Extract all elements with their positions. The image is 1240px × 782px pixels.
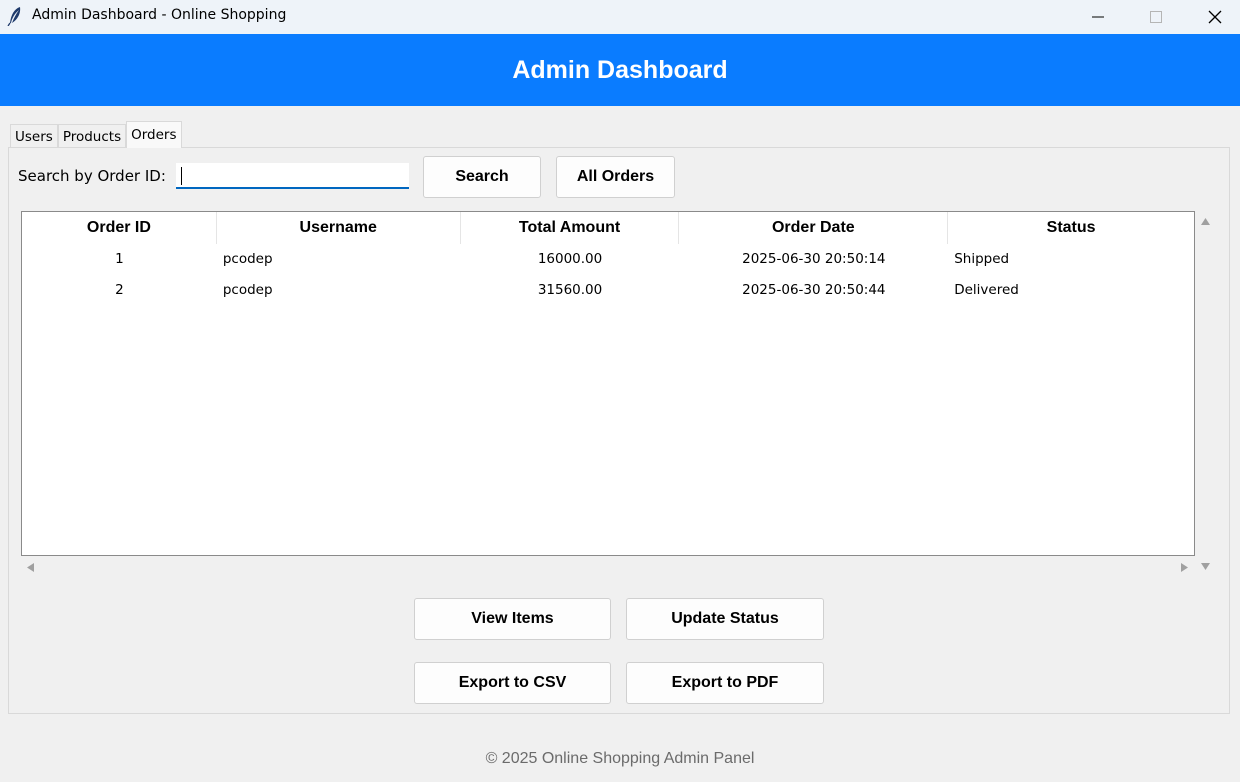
view-items-button[interactable]: View Items [414,598,611,640]
cell-status: Delivered [954,281,1019,298]
column-header-total-amount[interactable]: Total Amount [460,212,680,244]
app-header: Admin Dashboard [0,34,1240,106]
tab-users[interactable]: Users [10,124,58,148]
export-csv-button[interactable]: Export to CSV [414,662,611,704]
table-row[interactable]: 2 pcodep 31560.00 2025-06-30 20:50:44 De… [22,274,1194,305]
order-id-search-input[interactable] [176,163,409,189]
tab-bar: Users Products Orders [10,121,182,148]
maximize-icon [1150,11,1162,23]
table-header: Order ID Username Total Amount Order Dat… [22,212,1194,244]
footer-copyright: © 2025 Online Shopping Admin Panel [485,750,755,767]
cell-username: pcodep [222,281,273,298]
cell-order-id: 1 [115,250,124,267]
column-header-username[interactable]: Username [216,212,461,244]
minimize-button[interactable] [1069,0,1127,34]
column-header-status[interactable]: Status [948,212,1194,244]
cell-username: pcodep [222,250,273,267]
cell-order-id: 2 [115,281,124,298]
cell-order-date: 2025-06-30 20:50:44 [742,281,886,298]
cell-status: Shipped [954,250,1010,267]
window-title: Admin Dashboard - Online Shopping [32,7,287,23]
scroll-right-arrow-icon[interactable] [1180,562,1189,573]
table-row[interactable]: 1 pcodep 16000.00 2025-06-30 20:50:14 Sh… [22,243,1194,274]
tab-orders[interactable]: Orders [126,121,182,148]
tab-products[interactable]: Products [57,124,127,148]
cell-total-amount: 31560.00 [537,281,603,298]
export-pdf-button[interactable]: Export to PDF [626,662,824,704]
close-icon [1208,10,1222,24]
column-header-order-id[interactable]: Order ID [22,212,217,244]
feather-icon [7,7,21,26]
update-status-button[interactable]: Update Status [626,598,824,640]
close-button[interactable] [1186,0,1240,34]
cell-total-amount: 16000.00 [537,250,603,267]
search-button[interactable]: Search [423,156,541,198]
search-label: Search by Order ID: [18,167,166,185]
minimize-icon [1092,16,1104,18]
all-orders-button[interactable]: All Orders [556,156,675,198]
window-titlebar: Admin Dashboard - Online Shopping [0,0,1240,34]
page-title: Admin Dashboard [512,55,728,84]
cell-order-date: 2025-06-30 20:50:14 [742,250,886,267]
orders-table[interactable]: Order ID Username Total Amount Order Dat… [21,211,1195,556]
text-caret [181,167,182,185]
scroll-left-arrow-icon[interactable] [26,562,35,573]
scroll-down-arrow-icon[interactable] [1200,562,1211,571]
scroll-up-arrow-icon[interactable] [1200,217,1211,226]
column-header-order-date[interactable]: Order Date [679,212,949,244]
maximize-button[interactable] [1127,0,1185,34]
